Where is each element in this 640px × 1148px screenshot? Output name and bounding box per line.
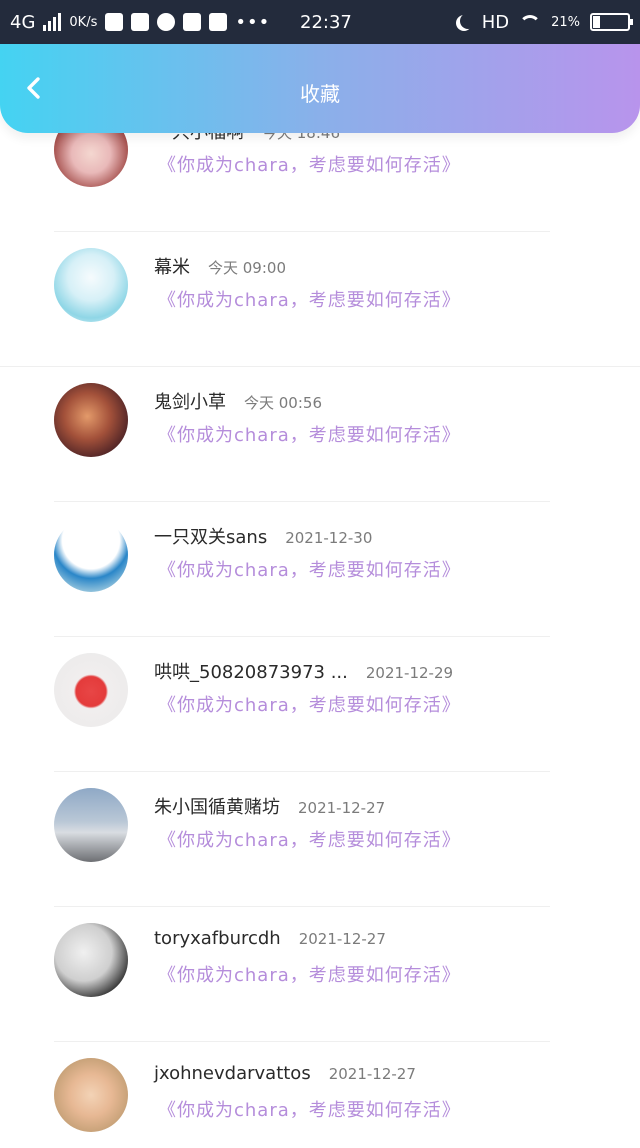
app-header: 收藏 (0, 44, 640, 133)
battery-fill (593, 16, 600, 28)
hd-label: HD (481, 11, 510, 33)
signal-icon (43, 13, 62, 31)
page-title: 收藏 (300, 82, 340, 106)
status-bar: 4G 0K/s ••• 22:37 HD 21% (0, 0, 640, 44)
item-name: 幕米 (154, 257, 190, 278)
avatar[interactable] (54, 248, 128, 322)
item-time: 今天 09:00 (208, 259, 286, 277)
item-name: 鬼剑小草 (154, 392, 226, 413)
list-item[interactable]: 哄哄_50820873973 ... 2021-12-29 《你成为chara，考… (0, 608, 640, 772)
item-time: 2021-12-29 (365, 664, 454, 682)
item-name-row: 朱小国循黄赌坊 2021-12-27 (154, 793, 385, 819)
list-item[interactable]: jxohnevdarvattos 2021-12-27 《你成为chara，考虑要… (0, 1013, 640, 1148)
item-message[interactable]: 《你成为chara，考虑要如何存活》 (158, 556, 461, 582)
item-name-row: 哄哄_50820873973 ... 2021-12-29 (154, 658, 453, 684)
network-label: 4G (10, 11, 36, 33)
item-name: 朱小国循黄赌坊 (154, 797, 280, 818)
avatar[interactable] (54, 653, 128, 727)
item-time: 2021-12-27 (298, 930, 386, 948)
more-notifications: ••• (235, 11, 271, 33)
item-time: 2021-12-27 (328, 1065, 416, 1083)
list-item[interactable]: 朱小国循黄赌坊 2021-12-27 《你成为chara，考虑要如何存活》 (0, 743, 640, 907)
item-name: 哄哄_50820873973 ... (154, 662, 348, 683)
avatar[interactable] (54, 788, 128, 862)
item-name: jxohnevdarvattos (154, 1063, 311, 1084)
item-message[interactable]: 《你成为chara，考虑要如何存活》 (158, 826, 461, 852)
status-right: HD 21% (456, 0, 633, 44)
item-message[interactable]: 《你成为chara，考虑要如何存活》 (158, 286, 461, 312)
mail-icon (105, 13, 124, 31)
s-app-icon (183, 13, 202, 31)
item-name-row: jxohnevdarvattos 2021-12-27 (154, 1063, 416, 1084)
clock: 22:37 (300, 11, 352, 33)
item-message[interactable]: 《你成为chara，考虑要如何存活》 (158, 1096, 461, 1122)
item-message[interactable]: 《你成为chara，考虑要如何存活》 (158, 151, 461, 177)
status-left: 4G 0K/s ••• (10, 12, 270, 33)
item-name: 一只双关sans (154, 527, 268, 548)
item-name-row: 幕米 今天 09:00 (154, 253, 286, 279)
planet-icon (157, 13, 176, 31)
list-item[interactable]: 鬼剑小草 今天 00:56 《你成为chara，考虑要如何存活》 (0, 338, 640, 502)
item-message[interactable]: 《你成为chara，考虑要如何存活》 (158, 691, 461, 717)
item-name-row: 一只双关sans 2021-12-30 (154, 523, 372, 549)
item-name: toryxafburcdh (154, 928, 281, 949)
battery-icon (590, 13, 633, 31)
moon-icon (460, 13, 476, 29)
gallery-icon (209, 13, 228, 31)
item-name-row: 鬼剑小草 今天 00:56 (154, 388, 322, 414)
net-speed: 0K/s (69, 14, 98, 30)
battery-percent: 21% (551, 14, 580, 30)
item-name-row: toryxafburcdh 2021-12-27 (154, 928, 386, 949)
avatar[interactable] (54, 923, 128, 997)
avatar[interactable] (54, 1058, 128, 1132)
item-message[interactable]: 《你成为chara，考虑要如何存活》 (158, 421, 461, 447)
bag-icon (131, 13, 150, 31)
item-time: 2021-12-30 (285, 529, 373, 547)
item-message[interactable]: 《你成为chara，考虑要如何存活》 (158, 961, 461, 987)
list-item[interactable]: 一只双关sans 2021-12-30 《你成为chara，考虑要如何存活》 (0, 473, 640, 637)
item-time: 今天 00:56 (244, 394, 322, 412)
item-time: 2021-12-27 (298, 799, 386, 817)
avatar[interactable] (54, 518, 128, 592)
wifi-icon (519, 15, 542, 29)
list-item[interactable]: 幕米 今天 09:00 《你成为chara，考虑要如何存活》 (0, 203, 640, 367)
avatar[interactable] (54, 383, 128, 457)
list-item[interactable]: toryxafburcdh 2021-12-27 《你成为chara，考虑要如何存… (0, 878, 640, 1042)
